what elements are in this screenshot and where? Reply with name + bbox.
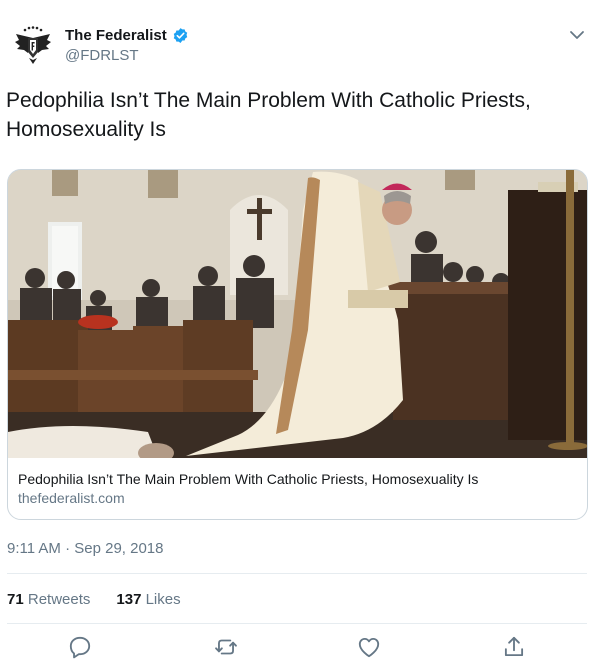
- retweet-icon[interactable]: [213, 634, 239, 660]
- likes-label: Likes: [145, 591, 181, 608]
- card-image[interactable]: [8, 170, 587, 458]
- verified-badge-icon: [172, 27, 189, 44]
- account-handle[interactable]: @FDRLST: [65, 47, 139, 64]
- action-bar: [0, 634, 595, 664]
- share-icon[interactable]: [501, 634, 527, 660]
- likes-stat[interactable]: 137 Likes: [116, 591, 180, 608]
- card-title[interactable]: Pedophilia Isn’t The Main Problem With C…: [18, 471, 478, 487]
- divider: [7, 573, 587, 574]
- tweet-text: Pedophilia Isn’t The Main Problem With C…: [6, 89, 531, 141]
- engagement-stats: 71 Retweets 137 Likes: [7, 591, 181, 608]
- tweet-timestamp[interactable]: 9:11 AM · Sep 29, 2018: [7, 540, 164, 557]
- chevron-down-icon[interactable]: [568, 27, 586, 43]
- link-card[interactable]: Pedophilia Isn’t The Main Problem With C…: [7, 169, 588, 520]
- divider: [7, 623, 587, 624]
- retweets-label: Retweets: [27, 591, 91, 608]
- retweets-count: 71: [7, 591, 24, 608]
- reply-icon[interactable]: [67, 634, 93, 660]
- account-name[interactable]: The Federalist: [65, 27, 167, 44]
- eagle-logo-icon: [10, 22, 56, 68]
- avatar[interactable]: [10, 22, 56, 68]
- likes-count: 137: [116, 591, 142, 608]
- retweets-stat[interactable]: 71 Retweets: [7, 591, 90, 608]
- like-icon[interactable]: [356, 634, 382, 660]
- card-domain[interactable]: thefederalist.com: [18, 490, 125, 506]
